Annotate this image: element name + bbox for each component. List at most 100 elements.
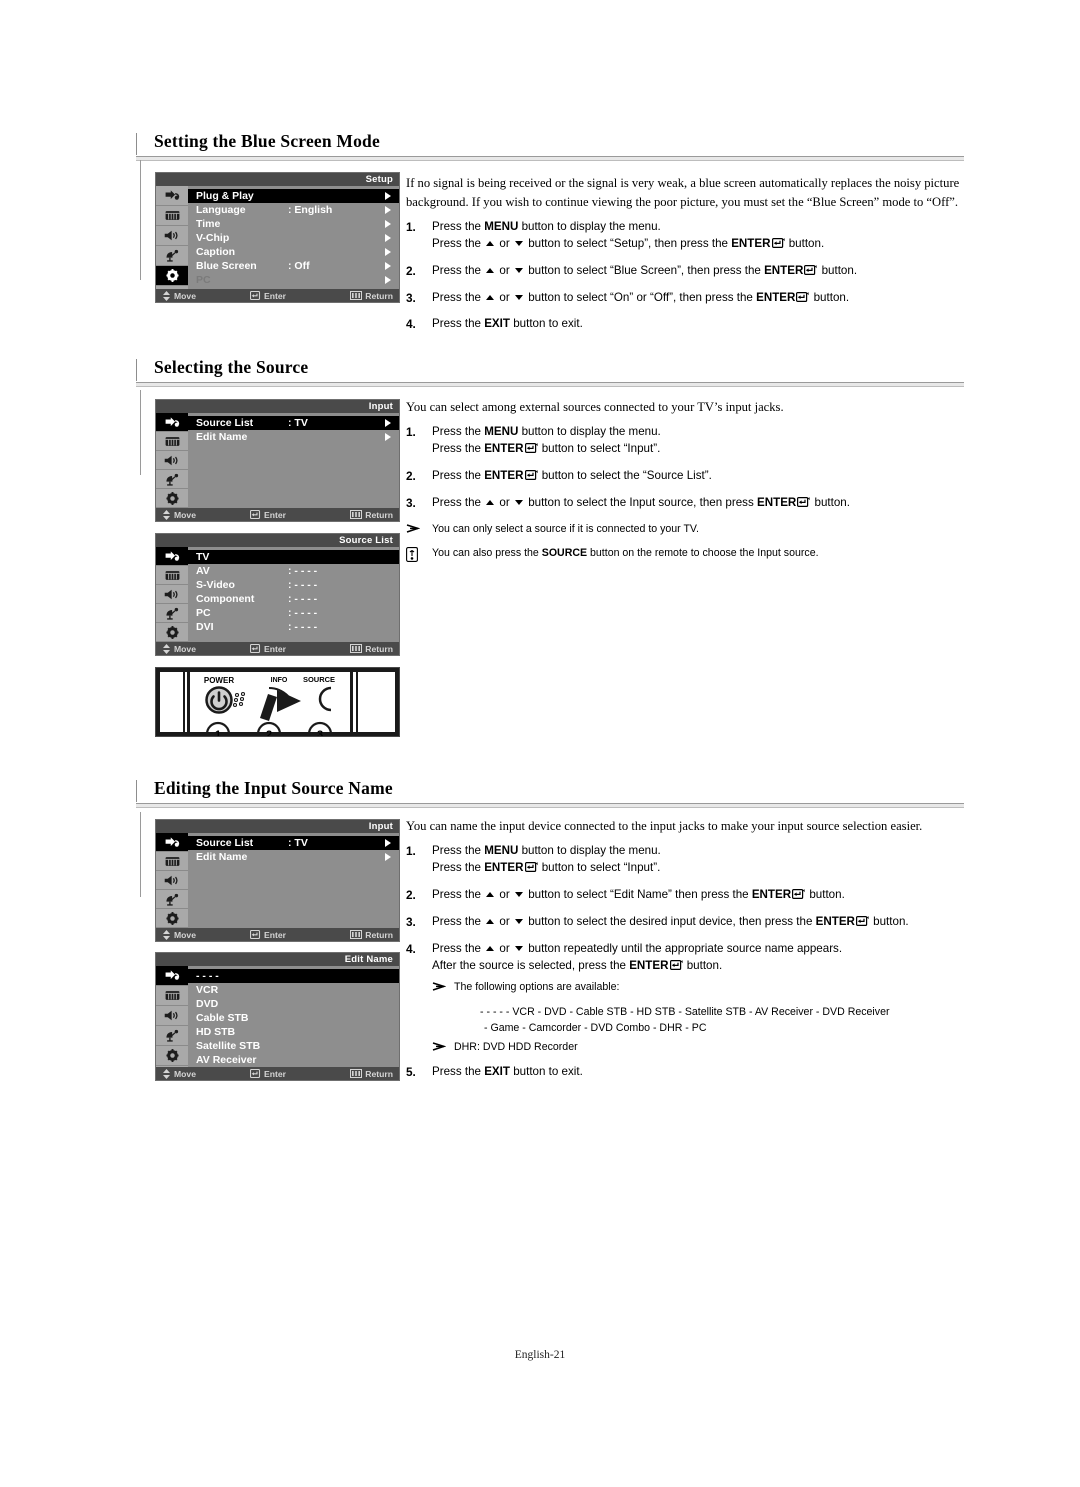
osd-rail-picture-screen-icon[interactable]: [156, 852, 188, 871]
osd-sidebar[interactable]: [156, 413, 188, 508]
osd-sidebar[interactable]: [156, 186, 188, 289]
osd-rail-setup-gear-icon[interactable]: [156, 266, 188, 286]
osd-rail-setup-gear-icon[interactable]: [156, 1046, 188, 1066]
osd-menu-item[interactable]: AV: - - - -: [188, 564, 399, 578]
osd-rail-sound-speaker-icon[interactable]: [156, 1006, 188, 1026]
osd-submenu-arrow-icon[interactable]: [385, 248, 391, 256]
osd-menu-item[interactable]: Source List: TV: [188, 836, 399, 850]
osd-menu-item[interactable]: DVD: [188, 997, 399, 1011]
source-label: SOURCE: [541, 546, 588, 559]
osd-item-list[interactable]: Source List: TV Edit Name: [188, 413, 399, 508]
osd-submenu-arrow-icon[interactable]: [385, 433, 391, 441]
osd-item-label: PC: [196, 607, 211, 619]
osd-item-list[interactable]: TV AV: - - - - S-Video: - - - - Component: …: [188, 547, 399, 642]
step-item: 2. Press the or button to select “Edit Na…: [406, 887, 962, 905]
osd-rail-picture-screen-icon[interactable]: [156, 206, 188, 226]
osd-rail-setup-gear-icon[interactable]: [156, 909, 188, 928]
remote-source-label: SOURCE: [303, 675, 335, 684]
osd-rail-channel-dish-icon[interactable]: [156, 890, 188, 909]
step-line: Press the EXIT button to exit.: [432, 1064, 583, 1078]
osd-menu-item[interactable]: Caption: [188, 245, 399, 259]
osd-submenu-arrow-icon[interactable]: [385, 206, 391, 214]
osd-rail-picture-screen-icon[interactable]: [156, 566, 188, 585]
osd-footer-move: Move: [162, 643, 196, 654]
osd-menu-item[interactable]: Edit Name: [188, 850, 399, 864]
osd-menu-item[interactable]: Language: English: [188, 203, 399, 217]
osd-menu-item[interactable]: PC: - - - -: [188, 606, 399, 620]
osd-item-list[interactable]: Source List: TV Edit Name: [188, 833, 399, 928]
osd-menu-item[interactable]: HD STB: [188, 1025, 399, 1039]
left-margin-rule-3: [140, 812, 141, 897]
osd-menu-item[interactable]: TV: [188, 550, 399, 564]
osd-edit-name-menu[interactable]: Edit Name - - - - VCR DVD Cable STB HD STB Sa…: [155, 952, 400, 1091]
osd-setup-menu[interactable]: Setup Plug & Play Language: English Time V-…: [155, 172, 400, 303]
osd-menu-item[interactable]: DVI: - - - -: [188, 620, 399, 634]
step-text: Press the EXIT button to exit.: [432, 316, 962, 333]
osd-menu-item[interactable]: VCR: [188, 983, 399, 997]
osd-footer-move: Move: [162, 1068, 196, 1079]
osd-rail-picture-screen-icon[interactable]: [156, 986, 188, 1006]
updown-arrow-icon: [162, 929, 171, 940]
osd-menu-item[interactable]: S-Video: - - - -: [188, 578, 399, 592]
osd-menu-item[interactable]: PC: [188, 273, 399, 287]
osd-footer-bar: Move Enter Return: [156, 289, 399, 302]
arrow-note-icon-wrap: [432, 980, 454, 997]
enter-key-icon: [796, 291, 809, 308]
osd-rail-setup-gear-icon[interactable]: [156, 623, 188, 642]
enter-key-icon: [792, 888, 805, 905]
osd-item-label: Source List: [196, 417, 254, 429]
osd-rail-input-plug-icon[interactable]: [156, 547, 188, 566]
osd-rail-channel-dish-icon[interactable]: [156, 470, 188, 489]
osd-rail-channel-dish-icon[interactable]: [156, 604, 188, 623]
osd-submenu-arrow-icon[interactable]: [385, 262, 391, 270]
text-column-blue-screen: If no signal is being received or the si…: [406, 174, 962, 343]
osd-submenu-arrow-icon[interactable]: [385, 220, 391, 228]
osd-rail-input-plug-icon[interactable]: [156, 186, 188, 206]
osd-sidebar[interactable]: [156, 966, 188, 1067]
enter-label: ENTER: [629, 958, 669, 972]
osd-menu-item[interactable]: Plug & Play: [188, 189, 399, 203]
osd-submenu-arrow-icon[interactable]: [385, 234, 391, 242]
osd-submenu-arrow-icon[interactable]: [385, 853, 391, 861]
osd-submenu-arrow-icon[interactable]: [385, 419, 391, 427]
osd-menu-item[interactable]: AV Receiver: [188, 1053, 399, 1067]
osd-sidebar[interactable]: [156, 833, 188, 928]
osd-item-list[interactable]: - - - - VCR DVD Cable STB HD STB Satellite ST…: [188, 966, 399, 1091]
osd-menu-item[interactable]: Cable STB: [188, 1011, 399, 1025]
osd-menu-item[interactable]: - - - -: [188, 969, 399, 983]
osd-menu-item[interactable]: V-Chip: [188, 231, 399, 245]
page-title-selecting-source: Selecting the Source: [154, 357, 309, 377]
osd-rail-input-plug-icon[interactable]: [156, 413, 188, 432]
osd-rail-input-plug-icon[interactable]: [156, 966, 188, 986]
osd-submenu-arrow-icon[interactable]: [385, 276, 391, 284]
osd-rail-channel-dish-icon[interactable]: [156, 1026, 188, 1046]
osd-footer-enter-label: Enter: [264, 643, 286, 654]
osd-menu-item[interactable]: Source List: TV: [188, 416, 399, 430]
osd-rail-channel-dish-icon[interactable]: [156, 246, 188, 266]
scroll-down-icon[interactable]: [198, 1085, 206, 1091]
osd-item-label: Plug & Play: [196, 190, 254, 202]
osd-rail-sound-speaker-icon[interactable]: [156, 585, 188, 604]
remote-power-label: POWER: [204, 676, 234, 685]
osd-rail-input-plug-icon[interactable]: [156, 833, 188, 852]
osd-menu-item[interactable]: [188, 1081, 399, 1095]
osd-menu-item[interactable]: Edit Name: [188, 430, 399, 444]
osd-rail-setup-gear-icon[interactable]: [156, 489, 188, 508]
osd-input-menu-2[interactable]: Input Source List: TV Edit Name Move Enter…: [155, 819, 400, 942]
osd-rail-sound-speaker-icon[interactable]: [156, 226, 188, 246]
osd-menu-item[interactable]: Component: - - - -: [188, 592, 399, 606]
osd-submenu-arrow-icon[interactable]: [385, 192, 391, 200]
osd-source-list-menu[interactable]: Source List TV AV: - - - - S-Video: - - - …: [155, 533, 400, 656]
osd-submenu-arrow-icon[interactable]: [385, 839, 391, 847]
osd-rail-sound-speaker-icon[interactable]: [156, 451, 188, 470]
osd-menu-item[interactable]: Time: [188, 217, 399, 231]
osd-menu-item[interactable]: Satellite STB: [188, 1039, 399, 1053]
enter-key-icon: [524, 469, 538, 486]
osd-rail-picture-screen-icon[interactable]: [156, 432, 188, 451]
osd-item-label: TV: [196, 551, 210, 563]
osd-item-list[interactable]: Plug & Play Language: English Time V-Chip Ca…: [188, 186, 399, 289]
osd-rail-sound-speaker-icon[interactable]: [156, 871, 188, 890]
osd-input-menu-1[interactable]: Input Source List: TV Edit Name Move Enter…: [155, 399, 400, 522]
osd-sidebar[interactable]: [156, 547, 188, 642]
osd-menu-item[interactable]: Blue Screen: Off: [188, 259, 399, 273]
